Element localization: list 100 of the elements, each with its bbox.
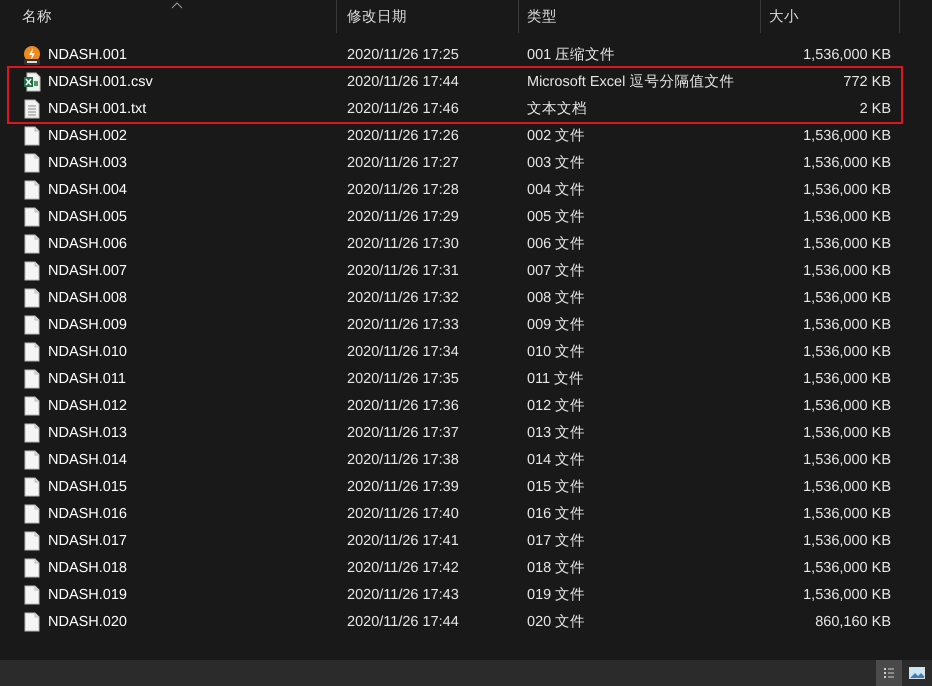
file-icon (22, 530, 42, 550)
file-row[interactable]: NDASH.001.csv 2020/11/26 17:44 Microsoft Excel 逗号分隔值文件 772 KB (9, 68, 901, 95)
modified-date: 2020/11/26 17:32 (347, 290, 459, 306)
file-row[interactable]: NDASH.019 2020/11/26 17:43 019 文件 1,536,000 KB (9, 581, 903, 608)
text-file-icon (22, 98, 42, 118)
file-size: 1,536,000 KB (803, 560, 891, 576)
file-size: 2 KB (860, 100, 891, 116)
file-row[interactable]: NDASH.010 2020/11/26 17:34 010 文件 1,536,000 KB (9, 338, 903, 365)
file-name[interactable]: NDASH.007 (48, 262, 127, 278)
file-row[interactable]: NDASH.018 2020/11/26 17:42 018 文件 1,536,000 KB (9, 554, 903, 581)
file-row[interactable]: NDASH.013 2020/11/26 17:37 013 文件 1,536,000 KB (9, 419, 903, 446)
file-type: 015 文件 (527, 478, 586, 496)
file-row[interactable]: NDASH.015 2020/11/26 17:39 015 文件 1,536,000 KB (9, 473, 903, 500)
file-size: 1,536,000 KB (803, 290, 891, 306)
file-icon (22, 126, 42, 146)
file-name[interactable]: NDASH.010 (48, 344, 127, 360)
file-type: 020 文件 (527, 613, 586, 631)
file-name[interactable]: NDASH.011 (48, 370, 126, 386)
file-row[interactable]: NDASH.005 2020/11/26 17:29 005 文件 1,536,000 KB (9, 203, 903, 230)
file-icon (22, 152, 42, 172)
file-name[interactable]: NDASH.001 (48, 46, 127, 62)
file-name[interactable]: NDASH.009 (48, 316, 127, 332)
file-icon (22, 504, 42, 524)
file-row[interactable]: NDASH.014 2020/11/26 17:38 014 文件 1,536,000 KB (9, 446, 903, 473)
file-type: 011 文件 (527, 370, 584, 388)
file-icon (22, 422, 42, 442)
file-row[interactable]: NDASH.017 2020/11/26 17:41 017 文件 1,536,000 KB (9, 527, 903, 554)
file-type: 001 压缩文件 (527, 46, 616, 64)
column-header[interactable]: 修改日期 (337, 0, 519, 33)
file-icon (22, 476, 42, 496)
file-name[interactable]: NDASH.014 (48, 452, 127, 468)
archive-file-icon (22, 44, 42, 64)
file-row[interactable]: NDASH.004 2020/11/26 17:28 004 文件 1,536,000 KB (9, 176, 903, 203)
file-type: 007 文件 (527, 262, 586, 280)
file-row[interactable]: NDASH.012 2020/11/26 17:36 012 文件 1,536,000 KB (9, 392, 903, 419)
file-name[interactable]: NDASH.012 (48, 398, 127, 414)
file-name[interactable]: NDASH.003 (48, 154, 127, 170)
file-type: 009 文件 (527, 316, 586, 334)
modified-date: 2020/11/26 17:35 (347, 370, 459, 386)
file-type: 017 文件 (527, 532, 586, 550)
file-name[interactable]: NDASH.018 (48, 560, 127, 576)
modified-date: 2020/11/26 17:34 (347, 344, 459, 360)
modified-date: 2020/11/26 17:43 (347, 586, 459, 602)
file-name[interactable]: NDASH.001.txt (48, 100, 146, 116)
file-row[interactable]: NDASH.016 2020/11/26 17:40 016 文件 1,536,000 KB (9, 500, 903, 527)
file-name[interactable]: NDASH.019 (48, 586, 127, 602)
column-header[interactable]: 名称 (0, 0, 337, 33)
file-name[interactable]: NDASH.001.csv (48, 74, 153, 90)
file-name[interactable]: NDASH.004 (48, 182, 127, 198)
file-icon (22, 450, 42, 470)
file-name[interactable]: NDASH.016 (48, 506, 127, 522)
file-size: 1,536,000 KB (803, 236, 891, 252)
file-type: 002 文件 (527, 127, 586, 145)
file-icon (22, 180, 42, 200)
file-type: 004 文件 (527, 181, 586, 199)
file-name[interactable]: NDASH.008 (48, 290, 127, 306)
landscape-icon (909, 667, 925, 679)
file-name[interactable]: NDASH.020 (48, 614, 127, 630)
file-row[interactable]: NDASH.009 2020/11/26 17:33 009 文件 1,536,000 KB (9, 311, 903, 338)
file-type: 008 文件 (527, 289, 586, 307)
file-type: 013 文件 (527, 424, 586, 442)
file-icon (22, 260, 42, 280)
file-type: 010 文件 (527, 343, 586, 361)
file-row[interactable]: NDASH.001.txt 2020/11/26 17:46 文本文档 2 KB (9, 95, 901, 122)
file-name[interactable]: NDASH.002 (48, 128, 127, 144)
file-size: 1,536,000 KB (803, 478, 891, 494)
file-size: 1,536,000 KB (803, 344, 891, 360)
file-row[interactable]: NDASH.006 2020/11/26 17:30 006 文件 1,536,000 KB (9, 230, 903, 257)
file-row[interactable]: NDASH.011 2020/11/26 17:35 011 文件 1,536,000 KB (9, 365, 903, 392)
modified-date: 2020/11/26 17:44 (347, 74, 459, 90)
file-name[interactable]: NDASH.013 (48, 424, 127, 440)
file-size: 1,536,000 KB (803, 182, 891, 198)
column-header[interactable]: 类型 (519, 0, 761, 33)
file-size: 1,536,000 KB (803, 398, 891, 414)
file-row[interactable]: NDASH.002 2020/11/26 17:26 002 文件 1,536,000 KB (9, 122, 903, 149)
details-view-button[interactable] (876, 660, 902, 686)
file-name[interactable]: NDASH.005 (48, 208, 127, 224)
file-icon (22, 368, 42, 388)
file-name[interactable]: NDASH.017 (48, 532, 127, 548)
file-row[interactable]: NDASH.008 2020/11/26 17:32 008 文件 1,536,000 KB (9, 284, 903, 311)
sort-ascending-icon (171, 2, 184, 9)
modified-date: 2020/11/26 17:26 (347, 128, 459, 144)
file-icon (22, 288, 42, 308)
file-row[interactable]: NDASH.003 2020/11/26 17:27 003 文件 1,536,000 KB (9, 149, 903, 176)
file-size: 1,536,000 KB (803, 262, 891, 278)
file-name[interactable]: NDASH.015 (48, 478, 127, 494)
file-row[interactable]: NDASH.001 2020/11/26 17:25 001 压缩文件 1,536,000 KB (9, 41, 903, 68)
file-icon (22, 584, 42, 604)
modified-date: 2020/11/26 17:46 (347, 100, 459, 116)
file-row[interactable]: NDASH.007 2020/11/26 17:31 007 文件 1,536,000 KB (9, 257, 903, 284)
modified-date: 2020/11/26 17:29 (347, 208, 459, 224)
file-icon (22, 558, 42, 578)
file-name[interactable]: NDASH.006 (48, 236, 127, 252)
file-type: 005 文件 (527, 208, 586, 226)
column-header[interactable]: 大小 (761, 0, 900, 33)
file-type: 014 文件 (527, 451, 586, 469)
file-size: 1,536,000 KB (803, 370, 891, 386)
file-icon (22, 342, 42, 362)
file-row[interactable]: NDASH.020 2020/11/26 17:44 020 文件 860,160 KB (9, 608, 903, 635)
file-icon (22, 234, 42, 254)
